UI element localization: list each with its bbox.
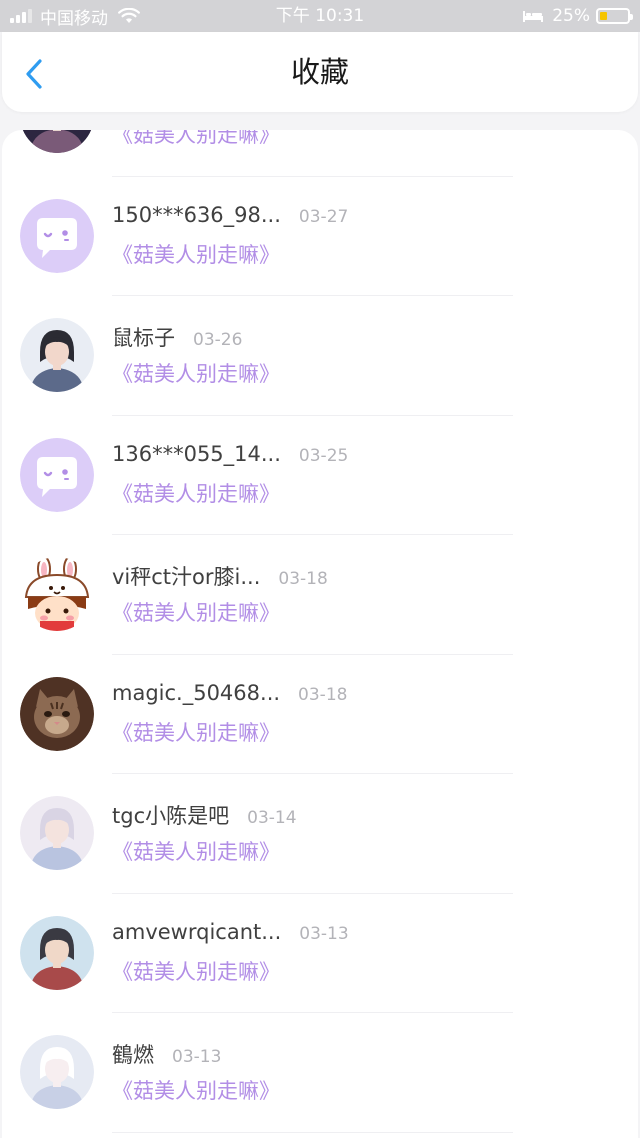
item-meta: 150***636_98... 03-27 [112,203,348,227]
username: tgc小陈是吧 [112,804,230,828]
item-meta: 鼠标子 03-26 [112,322,242,352]
work-title: 《菇美人别走嘛》 [112,720,280,745]
favorite-item[interactable]: 150***636_98... 03-27 《菇美人别走嘛》 [2,177,638,297]
item-meta: amvewrqicant... 03-13 [112,920,349,944]
favorite-item[interactable]: 鶴燃 03-13 《菇美人别走嘛》 [2,1013,638,1133]
avatar[interactable] [20,796,94,870]
avatar[interactable] [20,130,94,153]
work-title: 《菇美人别走嘛》 [112,840,280,864]
favorite-item[interactable]: vi秤ct汁or膝i... 03-18 《菇美人别走嘛》 [2,535,638,655]
avatar[interactable] [20,557,94,631]
status-bar: 中国移动 下午 10:31 25% [0,0,640,32]
item-meta: vi秤ct汁or膝i... 03-18 [112,561,328,591]
avatar[interactable] [20,198,94,273]
status-right: 25% [522,0,633,32]
username: 鼠标子 [112,326,175,350]
favorite-item[interactable]: 。。。_80002...03-27《菇美人别走嘛》 [2,130,638,177]
username: 鶴燃 [112,1043,154,1067]
favorites-list-container: 。。。_80002...03-27《菇美人别走嘛》150***636_98...… [2,130,638,1138]
favorite-item[interactable]: tgc小陈是吧 03-14 《菇美人别走嘛》 [2,774,638,894]
work-title: 《菇美人别走嘛》 [112,362,280,386]
favorite-item[interactable]: magic._50468... 03-18 《菇美人别走嘛》 [2,655,638,775]
date: 03-13 [299,923,349,944]
date: 03-14 [247,808,297,828]
work-title: 《菇美人别走嘛》 [112,959,280,984]
page-title: 收藏 [290,55,349,89]
battery-percent: 25% [552,6,590,26]
item-meta: tgc小陈是吧 03-14 [112,800,297,830]
favorite-item[interactable]: 鼠标子 03-26 《菇美人别走嘛》 [2,296,638,416]
favorite-item[interactable]: amvewrqicant... 03-13 《菇美人别走嘛》 [2,894,638,1014]
date: 03-18 [278,569,328,589]
avatar[interactable] [20,318,94,392]
work-title: 《菇美人别走嘛》 [112,481,280,506]
battery-icon [596,8,633,24]
work-title: 《菇美人别走嘛》 [112,1079,280,1103]
date: 03-13 [172,1047,222,1067]
username: amvewrqicant... [112,919,282,944]
nav-header: 收藏 [2,32,638,112]
date: 03-26 [193,330,243,350]
username: magic._50468... [112,680,281,705]
username: 136***055_14... [112,441,281,466]
work-title: 《菇美人别走嘛》 [112,130,280,147]
date: 03-18 [298,684,348,705]
item-meta: 鶴燃 03-13 [112,1039,221,1069]
work-title: 《菇美人别走嘛》 [112,242,280,267]
avatar[interactable] [20,915,94,990]
date: 03-25 [298,445,349,466]
username: vi秤ct汁or膝i... [112,565,261,589]
date: 03-27 [298,206,349,227]
battery-level [600,12,607,20]
avatar[interactable] [20,1035,94,1109]
favorite-item[interactable]: 136***055_14... 03-25 《菇美人别走嘛》 [2,416,638,536]
item-meta: magic._50468... 03-18 [112,681,347,705]
favorites-list: 。。。_80002...03-27《菇美人别走嘛》150***636_98...… [2,130,638,1133]
avatar[interactable] [20,676,94,751]
avatar[interactable] [20,437,94,512]
username: 150***636_98... [112,202,281,227]
work-title: 《菇美人别走嘛》 [112,601,280,625]
item-meta: 136***055_14... 03-25 [112,442,348,466]
bed-icon [523,11,544,22]
